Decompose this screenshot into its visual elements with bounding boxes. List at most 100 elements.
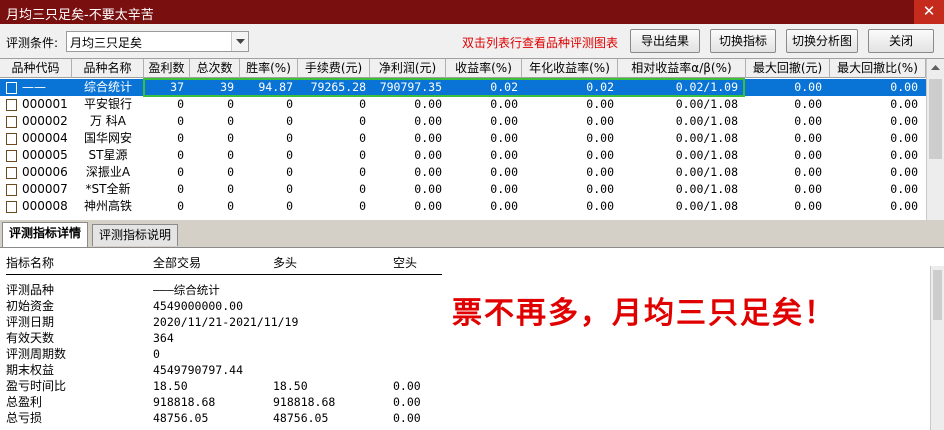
chevron-down-icon <box>236 39 245 44</box>
cell-winrate: 0 <box>286 165 293 179</box>
detail-label: 总盈利 <box>6 395 43 409</box>
condition-label: 评测条件: <box>6 36 59 50</box>
cell-max-drawdown: 0.00 <box>794 114 822 128</box>
table-row[interactable]: 000001 平安银行 0 0 0 0 0.00 0.00 0.00 0.00/1.08 0.00 0… <box>0 96 926 113</box>
condition-select[interactable]: 月均三只足矣 <box>66 31 249 52</box>
cell-total: 0 <box>227 114 234 128</box>
chevron-up-icon <box>931 65 940 70</box>
detail-tabs: 评测指标详情 评测指标说明 <box>0 222 944 247</box>
cell-code: —— <box>22 80 46 94</box>
slogan-text: 票不再多，月均三只足矣！ <box>452 296 836 331</box>
tab-indicator-details[interactable]: 评测指标详情 <box>2 222 89 247</box>
detail-value: 18.50 <box>273 379 308 393</box>
col-header-name[interactable]: 品种名称 <box>72 59 144 78</box>
cell-profit: 0.00 <box>414 165 442 179</box>
detail-label: 总亏损 <box>6 411 43 425</box>
table-row-summary[interactable]: —— 综合统计 37 39 94.87 79265.28 790797.35 0.02 0.02… <box>0 79 926 96</box>
cell-total: 0 <box>227 97 234 111</box>
cell-relative-return: 0.00/1.08 <box>675 199 738 213</box>
detail-label: 评测品种 <box>6 283 55 297</box>
switch-chart-button[interactable]: 切换分析图 <box>786 29 858 53</box>
cell-name: 综合统计 <box>83 80 132 94</box>
details-scroll-thumb[interactable] <box>933 270 942 320</box>
dropdown-button[interactable] <box>231 32 248 51</box>
cell-max-drawdown: 0.00 <box>794 182 822 196</box>
table-row[interactable]: 000005 ST星源 0 0 0 0 0.00 0.00 0.00 0.00/1.08 0.00 0… <box>0 147 926 164</box>
col-header-annual-return[interactable]: 年化收益率(%) <box>522 59 618 78</box>
scroll-thumb[interactable] <box>929 79 942 159</box>
table-header: 品种代码 品种名称 盈利数 总次数 胜率(%) 手续费(元) 净利润(元) 收益… <box>0 59 926 78</box>
cell-relative-return: 0.00/1.08 <box>675 114 738 128</box>
detail-value: 18.50 <box>153 379 188 393</box>
detail-value: 918818.68 <box>273 395 336 409</box>
hint-text: 双击列表行查看品种评测图表 <box>462 36 619 50</box>
cell-max-drawdown-ratio: 0.00 <box>890 148 918 162</box>
cell-code: 000001 <box>22 97 68 111</box>
table-row[interactable]: 000006 深振业A 0 0 0 0 0.00 0.00 0.00 0.00/1.08 0.00 0… <box>0 164 926 181</box>
switch-indicator-button[interactable]: 切换指标 <box>710 29 776 53</box>
export-button[interactable]: 导出结果 <box>630 29 700 53</box>
col-header-winrate[interactable]: 胜率(%) <box>240 59 298 78</box>
stock-icon <box>6 184 17 196</box>
tab-indicator-explain[interactable]: 评测指标说明 <box>92 224 179 246</box>
cell-total: 0 <box>227 148 234 162</box>
detail-value: 0.00 <box>393 379 421 393</box>
cell-winrate: 0 <box>286 114 293 128</box>
stock-icon <box>6 201 17 213</box>
cell-max-drawdown-ratio: 0.00 <box>890 114 918 128</box>
cell-total: 0 <box>227 182 234 196</box>
col-header-fee[interactable]: 手续费(元) <box>298 59 370 78</box>
col-header-max-drawdown-ratio[interactable]: 最大回撤比(%) <box>830 59 926 78</box>
cell-winrate: 94.87 <box>258 80 293 94</box>
col-header-return[interactable]: 收益率(%) <box>446 59 522 78</box>
details-header-long: 多头 <box>273 256 298 270</box>
cell-max-drawdown-ratio: 0.00 <box>890 165 918 179</box>
condition-value: 月均三只足矣 <box>70 36 143 50</box>
window-close-button[interactable]: ✕ <box>914 0 944 24</box>
cell-annual-return: 0.00 <box>586 182 614 196</box>
detail-value: 4549790797.44 <box>153 363 244 377</box>
table-scrollbar[interactable] <box>926 59 944 220</box>
cell-wins: 37 <box>170 80 184 94</box>
cell-fee: 0 <box>359 165 366 179</box>
toolbar: 评测条件: 月均三只足矣 双击列表行查看品种评测图表 导出结果 切换指标 切换分… <box>0 24 944 58</box>
cell-wins: 0 <box>177 114 184 128</box>
cell-return: 0.00 <box>490 182 518 196</box>
cell-annual-return: 0.00 <box>586 114 614 128</box>
details-panel: 指标名称 全部交易 多头 空头 评测品种 ———综合统计 初始资金 454900000… <box>0 247 944 430</box>
cell-winrate: 0 <box>286 148 293 162</box>
cell-return: 0.00 <box>490 165 518 179</box>
col-header-wins[interactable]: 盈利数 <box>144 59 190 78</box>
cell-winrate: 0 <box>286 199 293 213</box>
col-header-relative-return[interactable]: 相对收益率α/β(%) <box>618 59 746 78</box>
cell-wins: 0 <box>177 165 184 179</box>
cell-wins: 0 <box>177 97 184 111</box>
detail-value: 364 <box>153 331 174 345</box>
col-header-code[interactable]: 品种代码 <box>0 59 72 78</box>
cell-max-drawdown: 0.00 <box>794 97 822 111</box>
col-header-total[interactable]: 总次数 <box>190 59 240 78</box>
table-row[interactable]: 000007 *ST全新 0 0 0 0 0.00 0.00 0.00 0.00/1.08 0.00… <box>0 181 926 198</box>
details-header-all: 全部交易 <box>153 256 202 270</box>
table-row[interactable]: 000002 万 科A 0 0 0 0 0.00 0.00 0.00 0.00/1.08 0.00 0… <box>0 113 926 130</box>
detail-value: 0.00 <box>393 411 421 425</box>
table-row[interactable]: 000008 神州高铁 0 0 0 0 0.00 0.00 0.00 0.00/1.08 0.00 0… <box>0 198 926 215</box>
cell-fee: 0 <box>359 97 366 111</box>
col-header-profit[interactable]: 净利润(元) <box>370 59 446 78</box>
cell-wins: 0 <box>177 131 184 145</box>
cell-profit: 0.00 <box>414 182 442 196</box>
cell-code: 000004 <box>22 131 68 145</box>
cell-profit: 0.00 <box>414 131 442 145</box>
cell-max-drawdown-ratio: 0.00 <box>890 199 918 213</box>
cell-total: 0 <box>227 131 234 145</box>
cell-code: 000007 <box>22 182 68 196</box>
scroll-up-button[interactable] <box>927 59 944 77</box>
cell-fee: 0 <box>359 182 366 196</box>
col-header-max-drawdown[interactable]: 最大回撤(元) <box>746 59 830 78</box>
table-row[interactable]: 000004 国华网安 0 0 0 0 0.00 0.00 0.00 0.00/1.08 0.00 0… <box>0 130 926 147</box>
detail-value: 2020/11/21-2021/11/19 <box>153 315 299 329</box>
close-button[interactable]: 关闭 <box>868 29 934 53</box>
details-scrollbar[interactable] <box>930 266 944 430</box>
cell-max-drawdown-ratio: 0.00 <box>890 131 918 145</box>
cell-name: *ST全新 <box>85 182 131 196</box>
